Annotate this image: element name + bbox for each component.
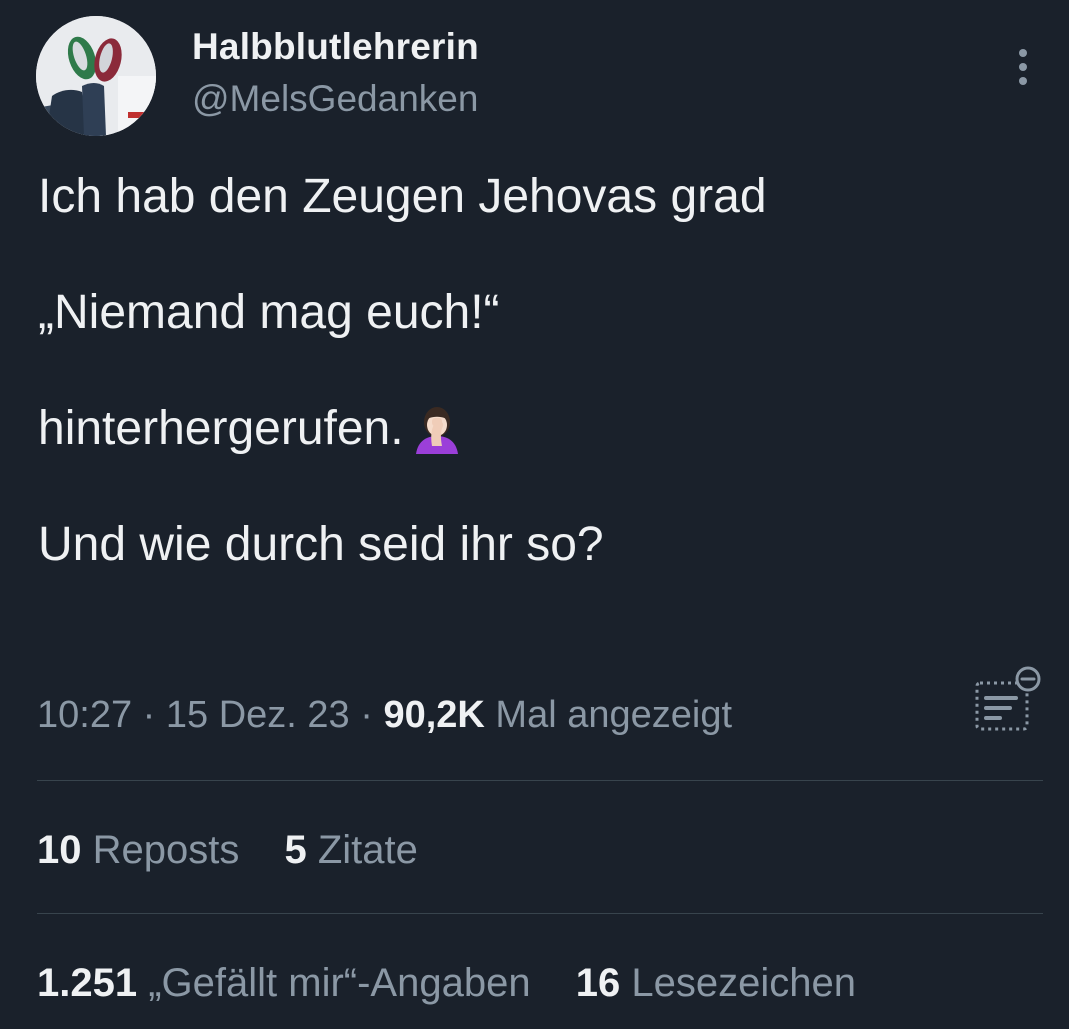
woman-facepalming-icon	[410, 400, 464, 468]
meta-separator: ·	[349, 694, 384, 736]
tweet-line: „Niemand mag euch!“	[38, 286, 500, 339]
tweet-line-with-emoji: hinterhergerufen.	[38, 400, 1028, 458]
engagement-stats-row: 10 Reposts 5 Zitate	[37, 828, 452, 873]
tweet-line: Und wie durch seid ihr so?	[38, 518, 604, 571]
tweet-meta: 10:27 · 15 Dez. 23 · 90,2K Mal angezeigt	[37, 694, 732, 744]
user-handle[interactable]: @MelsGedanken	[192, 78, 478, 120]
display-name[interactable]: Halbblutlehrerin	[192, 26, 479, 68]
tweet-line-text: hinterhergerufen.	[38, 402, 404, 455]
views-label: Mal angezeigt	[484, 694, 733, 736]
more-vertical-icon	[1019, 49, 1027, 57]
likes-link[interactable]: 1.251 „Gefällt mir“-Angaben	[37, 961, 531, 1006]
tweet-text: Ich hab den Zeugen Jehovas grad „Niemand…	[38, 168, 1028, 574]
meta-separator: ·	[132, 694, 166, 736]
quotes-link[interactable]: 5 Zitate	[284, 828, 417, 873]
tweet-header: Halbblutlehrerin @MelsGedanken	[36, 14, 1043, 136]
divider	[37, 780, 1043, 781]
tweet-line: Ich hab den Zeugen Jehovas grad	[38, 170, 767, 223]
more-options-button[interactable]	[1003, 42, 1043, 92]
reposts-label: Reposts	[81, 828, 240, 872]
quotes-count: 5	[284, 828, 307, 872]
analytics-icon[interactable]	[970, 664, 1046, 734]
more-vertical-icon-dot	[1019, 63, 1027, 71]
bookmarks-count: 16	[575, 961, 621, 1005]
bookmarks-link[interactable]: 16 Lesezeichen	[576, 961, 856, 1006]
bookmarks-label: Lesezeichen	[620, 961, 856, 1005]
likes-count: 1.251	[37, 961, 138, 1005]
likes-bookmarks-row: 1.251 „Gefällt mir“-Angaben 16 Lesezeich…	[37, 961, 890, 1006]
avatar[interactable]	[36, 16, 156, 136]
tweet-detail-page: Halbblutlehrerin @MelsGedanken Ich hab d…	[0, 0, 1069, 1029]
reposts-link[interactable]: 10 Reposts	[37, 828, 239, 873]
divider	[37, 913, 1043, 914]
likes-label: „Gefällt mir“-Angaben	[137, 961, 531, 1005]
avatar-image	[36, 16, 156, 136]
tweet-time[interactable]: 10:27	[37, 694, 132, 736]
quotes-label: Zitate	[306, 828, 418, 872]
reposts-count: 10	[37, 828, 82, 872]
views-count: 90,2K	[383, 694, 485, 736]
tweet-date[interactable]: 15 Dez. 23	[166, 694, 350, 736]
more-vertical-icon-dot	[1019, 77, 1027, 85]
